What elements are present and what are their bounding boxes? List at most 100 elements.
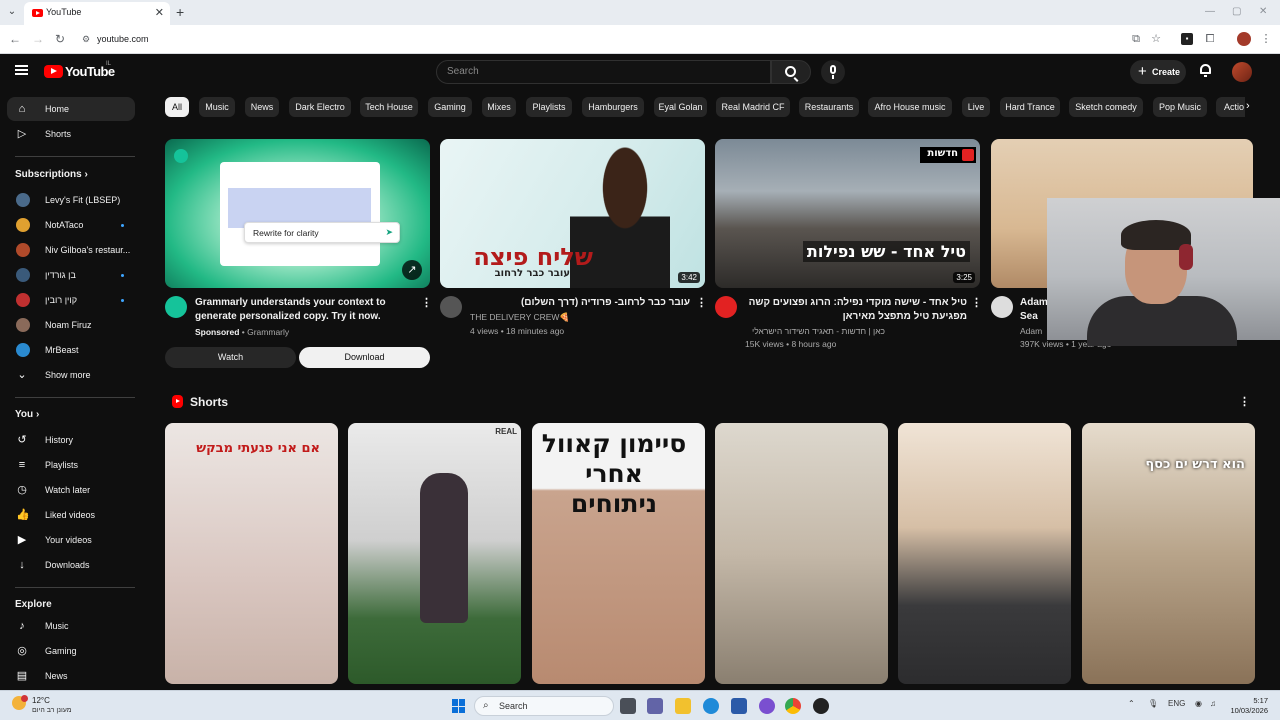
chip[interactable]: Actio (1216, 97, 1245, 117)
sidebar-item-music[interactable]: ♪ Music (7, 614, 135, 638)
browser-menu-icon[interactable]: ⋮ (1260, 33, 1272, 45)
search-box[interactable] (436, 60, 771, 84)
reload-icon[interactable]: ↻ (55, 32, 65, 46)
sidebar-item-subscription[interactable]: Noam Firuz (7, 313, 135, 337)
maximize-icon[interactable]: ▢ (1232, 6, 1241, 17)
bookmark-star-icon[interactable]: ☆ (1150, 33, 1162, 45)
chip[interactable]: Hamburgers (582, 97, 644, 117)
chip[interactable]: Gaming (428, 97, 472, 117)
search-input[interactable] (447, 66, 747, 77)
sidebar-item-liked-videos[interactable]: 👍 Liked videos (7, 503, 135, 527)
short-thumbnail[interactable]: הוא דרש ים כסף (1082, 423, 1255, 684)
tray-chevron-icon[interactable]: ⌃ (1128, 699, 1135, 708)
shorts-more-icon[interactable]: ⋮ (1239, 395, 1250, 408)
extension-icon[interactable]: ▪ (1181, 33, 1193, 45)
watch-button[interactable]: Watch (165, 347, 296, 368)
notifications-bell-icon[interactable] (1199, 64, 1212, 77)
messenger-icon[interactable] (759, 698, 775, 714)
sidebar-item-playlists[interactable]: ≡ Playlists (7, 453, 135, 477)
install-app-icon[interactable]: ⧉ (1130, 33, 1142, 45)
short-thumbnail[interactable] (715, 423, 888, 684)
sidebar-item-news[interactable]: ▤ News (7, 664, 135, 688)
volume-icon[interactable]: ♫ (1210, 699, 1216, 708)
edge-icon[interactable] (703, 698, 719, 714)
sidebar-item-subscription[interactable]: בן גורדין (7, 263, 135, 287)
ad-thumbnail[interactable]: Rewrite for clarity ➤ ↗ (165, 139, 430, 288)
sidebar-item-home[interactable]: ⌂ Home (7, 97, 135, 121)
chip[interactable]: Playlists (526, 97, 572, 117)
short-thumbnail[interactable] (898, 423, 1071, 684)
more-options-icon[interactable]: ⋮ (421, 296, 432, 309)
sidebar-item-shorts[interactable]: ▷ Shorts (7, 122, 135, 146)
channel-avatar[interactable] (440, 296, 462, 318)
chip[interactable]: Eyal Golan (654, 97, 707, 117)
sidebar-item-watch-later[interactable]: ◷ Watch later (7, 478, 135, 502)
forward-icon[interactable]: → (32, 32, 44, 46)
chip[interactable]: Live (962, 97, 990, 117)
sidebar-item-subscription[interactable]: MrBeast (7, 338, 135, 362)
extensions-puzzle-icon[interactable]: ⧠ (1204, 33, 1216, 45)
you-heading[interactable]: You › (15, 409, 39, 420)
chips-next-icon[interactable]: › (1246, 100, 1250, 112)
back-icon[interactable]: ← (9, 32, 21, 46)
chip[interactable]: Afro House music (868, 97, 952, 117)
app-icon[interactable] (813, 698, 829, 714)
clock[interactable]: 5:17 10/03/2026 (1228, 696, 1268, 716)
chip[interactable]: Sketch comedy (1069, 97, 1143, 117)
chip[interactable]: Music (199, 97, 235, 117)
search-button[interactable] (771, 60, 811, 84)
browser-tab[interactable]: YouTube ✕ (24, 2, 170, 25)
chrome-icon[interactable] (785, 698, 801, 714)
windows-start-icon[interactable] (452, 699, 466, 713)
chip[interactable]: Pop Music (1153, 97, 1207, 117)
url-field[interactable]: youtube.com (97, 34, 149, 44)
video-thumbnail[interactable]: חדשות טיל אחד - שש נפילות 3:25 (715, 139, 980, 288)
channel-avatar[interactable] (991, 296, 1013, 318)
teams-icon[interactable] (647, 698, 663, 714)
window-close-icon[interactable]: ✕ (1259, 6, 1267, 17)
channel-name[interactable]: THE DELIVERY CREW🍕 (470, 311, 570, 324)
create-button[interactable]: + Create (1130, 60, 1186, 84)
chip[interactable]: Restaurants (799, 97, 859, 117)
chip[interactable]: Tech House (360, 97, 418, 117)
account-avatar[interactable] (1232, 62, 1252, 82)
ad-title[interactable]: Grammarly understands your context to ge… (195, 296, 420, 324)
store-icon[interactable] (731, 698, 747, 714)
file-explorer-icon[interactable] (675, 698, 691, 714)
sidebar-item-subscription[interactable]: Levy's Fit (LBSEP) (7, 188, 135, 212)
new-tab-button[interactable]: + (176, 4, 184, 20)
short-thumbnail[interactable]: אם אני פגעתי מבקש (165, 423, 338, 684)
channel-name[interactable]: Adam (1020, 325, 1042, 338)
taskbar-search[interactable]: ⌕ Search (474, 696, 614, 716)
sidebar-item-subscription[interactable]: Niv Gilboa's restaur... (7, 238, 135, 262)
sidebar-item-history[interactable]: ↺ History (7, 428, 135, 452)
sidebar-item-subscription[interactable]: קוין רובין (7, 288, 135, 312)
sidebar-item-gaming[interactable]: ◎ Gaming (7, 639, 135, 663)
minimize-icon[interactable]: — (1205, 6, 1215, 17)
mic-tray-icon[interactable]: 🎙 (1148, 699, 1158, 708)
video-title[interactable]: טיל אחד - שישה מוקדי נפילה: הרוג ופצועים… (745, 296, 967, 324)
sidebar-item-downloads[interactable]: ↓ Downloads (7, 553, 135, 577)
wifi-icon[interactable]: ◉ (1195, 699, 1202, 708)
short-thumbnail[interactable]: REAL (348, 423, 521, 684)
more-options-icon[interactable]: ⋮ (971, 296, 982, 309)
subscriptions-heading[interactable]: Subscriptions › (15, 169, 88, 180)
chip[interactable]: Mixes (482, 97, 516, 117)
chip-all[interactable]: All (165, 97, 189, 117)
video-thumbnail[interactable]: שליח פיצה עובר כבר לרחוב 3:42 (440, 139, 705, 288)
channel-name[interactable]: כאן | חדשות - תאגיד השידור הישראלי (745, 325, 885, 338)
show-more-button[interactable]: ⌄ Show more (7, 363, 135, 387)
download-button[interactable]: Download (299, 347, 430, 368)
open-external-icon[interactable]: ↗ (402, 260, 422, 280)
sidebar-item-subscription[interactable]: NotATaco (7, 213, 135, 237)
channel-avatar[interactable] (715, 296, 737, 318)
more-options-icon[interactable]: ⋮ (696, 296, 707, 309)
language-indicator[interactable]: ENG (1168, 699, 1185, 708)
chip[interactable]: Dark Electro (289, 97, 351, 117)
chip[interactable]: News (245, 97, 279, 117)
tab-close-icon[interactable]: ✕ (155, 6, 164, 19)
chip[interactable]: Real Madrid CF (716, 97, 790, 117)
site-info-icon[interactable]: ⚙ (82, 34, 90, 45)
hamburger-menu-icon[interactable] (15, 65, 28, 75)
tab-search-dropdown-icon[interactable]: ⌄ (4, 4, 20, 20)
